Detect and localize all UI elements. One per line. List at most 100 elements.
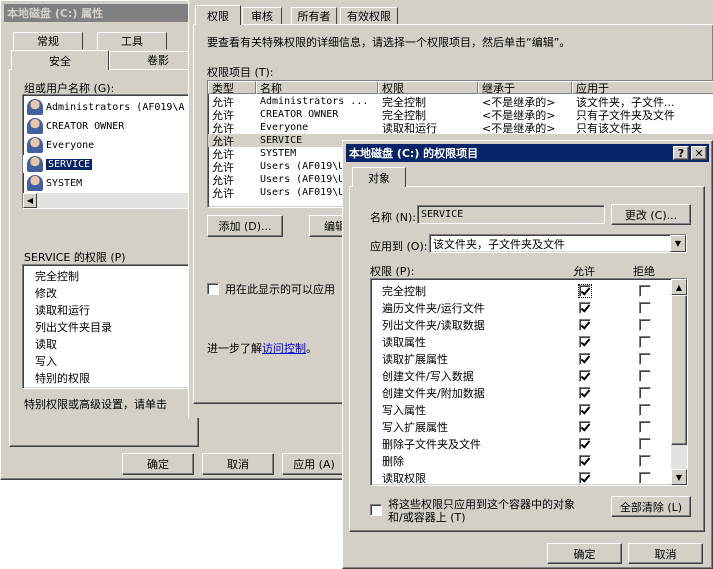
entry-permission-row: 读取扩展属性	[371, 351, 687, 367]
entry-cell: Users (AF019\U	[260, 161, 345, 172]
deny-checkbox[interactable]	[639, 438, 651, 450]
entry-cell: 完全控制	[382, 95, 426, 109]
user-group-icon	[27, 156, 43, 172]
tab-permissions[interactable]: 权限	[195, 5, 241, 25]
allow-checkbox[interactable]	[579, 336, 591, 348]
properties-title: 本地磁盘 (C:) 属性	[7, 7, 104, 20]
allow-checkbox[interactable]	[579, 421, 591, 433]
scroll-left-arrow[interactable]: ◀	[23, 193, 37, 208]
user-row[interactable]: Administrators (AF019\A	[23, 98, 189, 116]
col-name[interactable]: 名称	[256, 81, 378, 95]
col-inherited-from[interactable]: 继承于	[478, 81, 572, 95]
allow-checkbox[interactable]	[579, 404, 591, 416]
entry-permission-name: 删除子文件夹及文件	[382, 438, 481, 451]
deny-checkbox[interactable]	[639, 455, 651, 467]
container-option[interactable]: 将这些权限只应用到这个容器中的对象和/或容器上 (T)	[370, 498, 585, 524]
entry-cell: SERVICE	[260, 135, 303, 146]
clear-all-button[interactable]: 全部清除 (L)	[611, 496, 691, 517]
permission-item: 列出文件夹目录	[35, 321, 112, 334]
tab-general[interactable]: 常规	[13, 32, 83, 50]
props-ok-button[interactable]: 确定	[122, 453, 194, 475]
col-apply-to[interactable]: 应用于	[572, 81, 713, 95]
entry-permission-row: 创建文件/写入数据	[371, 368, 687, 384]
name-value: SERVICE	[421, 209, 464, 220]
entry-permission-row: 创建文件夹/附加数据	[371, 385, 687, 401]
allow-checkbox[interactable]	[579, 438, 591, 450]
permission-item: 读取	[35, 338, 57, 351]
deny-checkbox[interactable]	[639, 387, 651, 399]
container-checkbox[interactable]	[370, 504, 382, 516]
deny-checkbox[interactable]	[639, 421, 651, 433]
users-list[interactable]: Administrators (AF019\A CREATOR OWNER Ever…	[22, 94, 190, 209]
entry-permission-row: 写入扩展属性	[371, 419, 687, 435]
help-button[interactable]: ?	[673, 146, 689, 160]
tab-security[interactable]: 安全	[11, 50, 109, 70]
entry-cell: 该文件夹，子文件...	[576, 95, 675, 109]
tab-object[interactable]: 对象	[352, 167, 406, 187]
permission-entry-row[interactable]: 允许 Everyone 读取和运行 <不是继承的> 只有该文件夹	[208, 121, 713, 135]
permission-entry-row[interactable]: 允许 CREATOR OWNER 完全控制 <不是继承的> 只有子文件夹及文件	[208, 108, 713, 122]
user-name: Administrators (AF019\A	[46, 101, 185, 113]
allow-checkbox[interactable]	[578, 284, 592, 298]
inherit-checkbox[interactable]	[207, 283, 219, 295]
deny-checkbox[interactable]	[639, 353, 651, 365]
user-row[interactable]: SYSTEM	[23, 174, 189, 192]
users-hscroll[interactable]: ◀	[23, 193, 189, 208]
entry-cell: Users (AF019\U	[260, 174, 345, 185]
allow-checkbox[interactable]	[579, 302, 591, 314]
entry-cell: Everyone	[260, 122, 309, 133]
allow-checkbox[interactable]	[579, 319, 591, 331]
apply-to-select[interactable]: 该文件夹，子文件夹及文件 ▼	[429, 234, 687, 253]
access-control-link[interactable]: 访问控制	[262, 342, 306, 355]
deny-checkbox[interactable]	[639, 319, 651, 331]
close-button[interactable]: ✕	[691, 146, 707, 160]
permission-entry-row[interactable]: 允许 Administrators ... 完全控制 <不是继承的> 该文件夹，子文件.…	[208, 95, 713, 109]
tab-owner[interactable]: 所有者	[291, 7, 337, 25]
entry-cell: SYSTEM	[260, 148, 297, 159]
allow-checkbox[interactable]	[579, 472, 591, 484]
learn-more: 进一步了解访问控制。	[207, 342, 317, 355]
user-row[interactable]: Everyone	[23, 136, 189, 154]
user-name: SERVICE	[46, 158, 93, 170]
props-cancel-button[interactable]: 取消	[202, 453, 274, 475]
entry-cancel-button[interactable]: 取消	[628, 543, 703, 564]
deny-checkbox[interactable]	[639, 302, 651, 314]
deny-checkbox[interactable]	[639, 370, 651, 382]
dropdown-arrow-icon[interactable]: ▼	[670, 235, 686, 252]
change-button[interactable]: 更改 (C)...	[611, 204, 691, 225]
permission-item: 写入	[35, 355, 57, 368]
entry-vscroll[interactable]: ▲ ▼	[671, 279, 687, 485]
deny-checkbox[interactable]	[639, 404, 651, 416]
allow-checkbox[interactable]	[579, 387, 591, 399]
entry-cell: 允许	[212, 160, 234, 174]
scroll-down-arrow[interactable]: ▼	[671, 469, 687, 485]
entry-permission-name: 创建文件/写入数据	[382, 370, 474, 383]
tab-effective-permissions[interactable]: 有效权限	[340, 7, 398, 25]
deny-checkbox[interactable]	[639, 285, 651, 297]
entry-ok-button[interactable]: 确定	[547, 543, 622, 564]
entry-cell: 允许	[212, 147, 234, 161]
user-group-icon	[27, 99, 43, 115]
allow-checkbox[interactable]	[579, 455, 591, 467]
entry-permission-list[interactable]: 完全控制 遍历文件夹/运行文件 列出文件夹/读取数据 读取属性 读取扩展属性 创建文件/写…	[370, 278, 688, 486]
scroll-up-arrow[interactable]: ▲	[671, 279, 687, 295]
tab-auditing[interactable]: 审核	[242, 7, 282, 25]
apply-to-label: 应用到 (O):	[370, 240, 428, 253]
tab-tools[interactable]: 工具	[97, 32, 167, 50]
deny-checkbox[interactable]	[639, 472, 651, 484]
name-field: SERVICE	[417, 205, 605, 224]
entry-permission-row: 遍历文件夹/运行文件	[371, 300, 687, 316]
col-permission[interactable]: 权限	[378, 81, 478, 95]
add-button[interactable]: 添加 (D)...	[207, 215, 283, 237]
allow-checkbox[interactable]	[579, 370, 591, 382]
user-name: Everyone	[46, 139, 95, 151]
permission-list[interactable]: 完全控制 修改 读取和运行 列出文件夹目录 读取 写入 特别的权限	[22, 264, 190, 389]
col-type[interactable]: 类型	[208, 81, 256, 95]
deny-checkbox[interactable]	[639, 336, 651, 348]
props-apply-button[interactable]: 应用 (A)	[282, 453, 346, 475]
inherit-option[interactable]: 用在此显示的可以应用	[207, 281, 335, 297]
user-row[interactable]: SERVICE	[23, 155, 189, 173]
user-row[interactable]: CREATOR OWNER	[23, 117, 189, 135]
scroll-thumb[interactable]	[671, 295, 687, 445]
allow-checkbox[interactable]	[579, 353, 591, 365]
